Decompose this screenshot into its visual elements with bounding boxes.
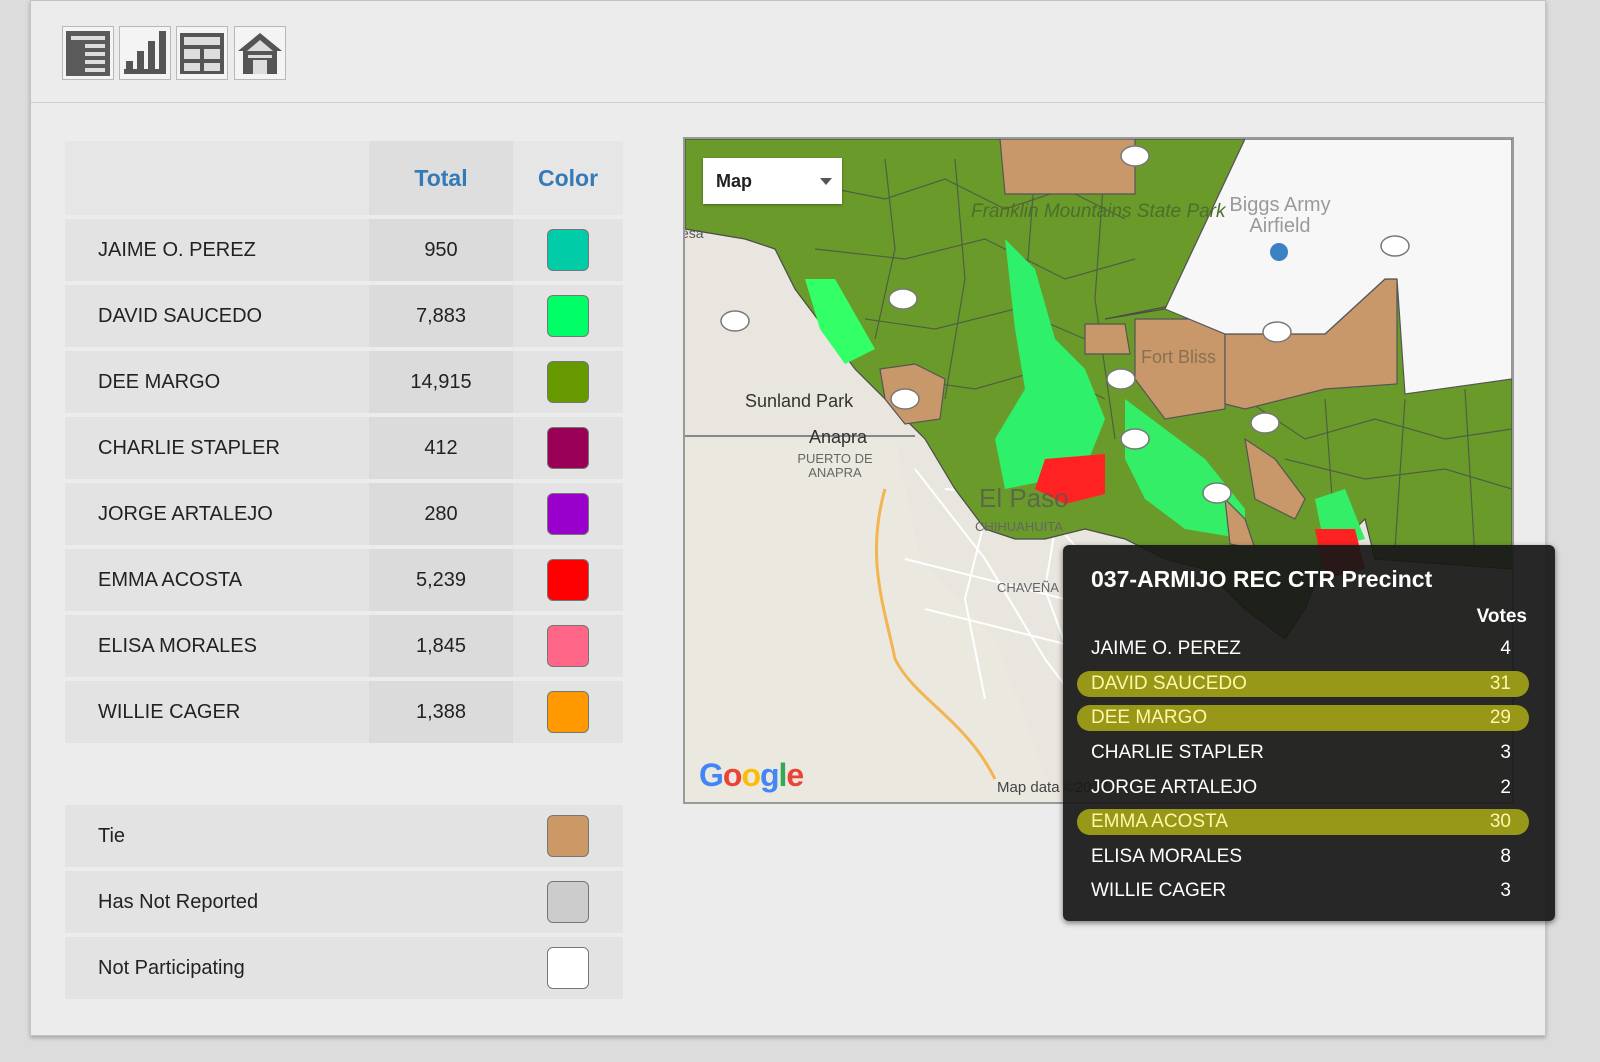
- bar-chart-icon: [124, 31, 166, 74]
- color-swatch: [547, 229, 589, 271]
- tooltip-row: JORGE ARTALEJO 2: [1091, 773, 1511, 805]
- tooltip-row: EMMA ACOSTA 30: [1077, 807, 1529, 839]
- label-el-paso: El Paso: [979, 483, 1069, 513]
- label-chavena: CHAVEÑA: [997, 580, 1059, 595]
- candidate-name: DEE MARGO: [65, 351, 369, 413]
- status-row: Has Not Reported: [65, 871, 623, 933]
- tooltip-row: WILLIE CAGER 3: [1091, 876, 1511, 908]
- tooltip-candidate: CHARLIE STAPLER: [1091, 742, 1264, 763]
- candidate-legend-table: Total Color JAIME O. PEREZ 950 DAVID SAUC…: [65, 137, 623, 747]
- candidate-name: JORGE ARTALEJO: [65, 483, 369, 545]
- label-fort-bliss: Fort Bliss: [1141, 347, 1217, 367]
- color-swatch: [547, 815, 589, 857]
- tooltip-row: ELISA MORALES 8: [1091, 842, 1511, 874]
- color-swatch: [547, 361, 589, 403]
- precinct-tooltip: 037-ARMIJO REC CTR Precinct Votes JAIME …: [1063, 545, 1555, 921]
- label-franklin: Franklin Mountains State Park: [971, 201, 1226, 222]
- header-name: [65, 141, 369, 215]
- color-swatch: [547, 427, 589, 469]
- color-swatch: [547, 559, 589, 601]
- candidate-total: 7,883: [369, 285, 513, 347]
- label-esa: esa: [683, 225, 704, 241]
- tooltip-votes: 8: [1500, 846, 1511, 867]
- tooltip-row: DAVID SAUCEDO 31: [1077, 669, 1529, 701]
- layout-icon: [180, 33, 224, 74]
- tooltip-candidate: JAIME O. PEREZ: [1091, 638, 1241, 659]
- results-panel: Total Color JAIME O. PEREZ 950 DAVID SAUC…: [30, 0, 1555, 1036]
- candidate-row: ELISA MORALES 1,845: [65, 615, 623, 677]
- candidate-name: WILLIE CAGER: [65, 681, 369, 743]
- tooltip-row: CHARLIE STAPLER 3: [1091, 738, 1511, 770]
- candidate-total: 1,845: [369, 615, 513, 677]
- google-logo: Google: [699, 757, 804, 793]
- tooltip-votes-header: Votes: [1476, 606, 1527, 627]
- tooltip-candidate: JORGE ARTALEJO: [1091, 777, 1258, 798]
- tooltip-votes: 3: [1500, 742, 1511, 763]
- tooltip-candidate: ELISA MORALES: [1091, 846, 1243, 867]
- candidate-row: DAVID SAUCEDO 7,883: [65, 285, 623, 347]
- color-swatch: [547, 947, 589, 989]
- tooltip-candidate: DAVID SAUCEDO: [1091, 673, 1247, 694]
- toolbar: [31, 1, 1545, 103]
- status-row: Not Participating: [65, 937, 623, 999]
- candidate-total: 280: [369, 483, 513, 545]
- tooltip-votes: 3: [1500, 880, 1511, 901]
- color-swatch: [547, 295, 589, 337]
- candidate-name: DAVID SAUCEDO: [65, 285, 369, 347]
- color-swatch: [547, 625, 589, 667]
- airport-icon: [1270, 243, 1288, 261]
- tooltip-row: JAIME O. PEREZ 4: [1091, 634, 1511, 666]
- candidate-row: JORGE ARTALEJO 280: [65, 483, 623, 545]
- color-swatch: [547, 691, 589, 733]
- status-name: Has Not Reported: [65, 871, 513, 933]
- candidate-total: 1,388: [369, 681, 513, 743]
- status-legend-table: Tie Has Not Reported Not Participating: [65, 801, 623, 1003]
- tooltip-row: DEE MARGO 29: [1077, 703, 1529, 735]
- tooltip-candidate: WILLIE CAGER: [1091, 880, 1227, 901]
- tooltip-candidate: DEE MARGO: [1091, 707, 1208, 728]
- header-total: Total: [369, 141, 513, 215]
- label-anapra: Anapra: [809, 427, 868, 447]
- status-name: Tie: [65, 805, 513, 867]
- label-chihuahuita: CHIHUAHUITA: [975, 519, 1063, 534]
- chevron-down-icon: [820, 178, 832, 185]
- layout-view-button[interactable]: [176, 26, 228, 80]
- color-swatch: [547, 493, 589, 535]
- candidate-row: DEE MARGO 14,915: [65, 351, 623, 413]
- tooltip-title: 037-ARMIJO REC CTR Precinct: [1091, 566, 1433, 592]
- home-icon: [238, 33, 282, 74]
- candidate-name: JAIME O. PEREZ: [65, 219, 369, 281]
- candidate-total: 412: [369, 417, 513, 479]
- header-color: Color: [513, 141, 623, 215]
- list-icon: [66, 31, 110, 76]
- candidate-name: EMMA ACOSTA: [65, 549, 369, 611]
- tooltip-votes: 29: [1489, 707, 1511, 728]
- tooltip-candidate: EMMA ACOSTA: [1091, 811, 1228, 832]
- status-row: Tie: [65, 805, 623, 867]
- label-sunland-park: Sunland Park: [745, 391, 854, 411]
- candidate-row: EMMA ACOSTA 5,239: [65, 549, 623, 611]
- label-puerto: PUERTO DE ANAPRA: [797, 451, 873, 480]
- candidate-total: 950: [369, 219, 513, 281]
- tooltip-votes: 4: [1500, 638, 1511, 659]
- home-button[interactable]: [234, 26, 286, 80]
- label-biggs: Biggs Army Airfield: [1229, 194, 1331, 237]
- tooltip-votes: 30: [1489, 811, 1511, 832]
- map-type-select[interactable]: Map: [703, 158, 842, 204]
- candidate-row: CHARLIE STAPLER 412: [65, 417, 623, 479]
- status-name: Not Participating: [65, 937, 513, 999]
- candidate-total: 14,915: [369, 351, 513, 413]
- chart-view-button[interactable]: [119, 26, 171, 80]
- color-swatch: [547, 881, 589, 923]
- candidate-row: JAIME O. PEREZ 950: [65, 219, 623, 281]
- candidate-name: ELISA MORALES: [65, 615, 369, 677]
- candidate-name: CHARLIE STAPLER: [65, 417, 369, 479]
- list-view-button[interactable]: [62, 26, 114, 80]
- map-type-label: Map: [716, 171, 752, 191]
- candidate-total: 5,239: [369, 549, 513, 611]
- candidate-row: WILLIE CAGER 1,388: [65, 681, 623, 743]
- tooltip-votes: 2: [1500, 777, 1511, 798]
- tooltip-votes: 31: [1489, 673, 1511, 694]
- legend-header-row: Total Color: [65, 141, 623, 215]
